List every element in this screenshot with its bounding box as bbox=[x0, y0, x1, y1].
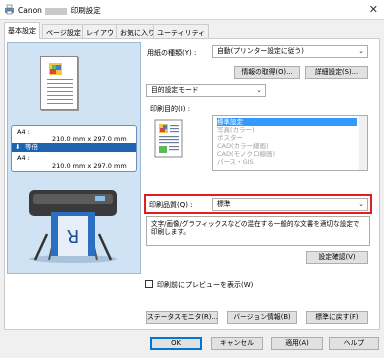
title-suffix: 印刷設定 bbox=[70, 6, 101, 15]
media-type-select[interactable]: 自動(プリンター設定に従う) ⌄ bbox=[212, 45, 368, 58]
text-line bbox=[47, 99, 73, 100]
print-target-label: 印刷目的(I) : bbox=[150, 105, 191, 113]
preview-checkbox-label: 印刷前にプレビューを表示(W) bbox=[157, 281, 254, 289]
same-size-label: 等倍 bbox=[25, 143, 38, 151]
text-line bbox=[47, 83, 73, 84]
ok-button[interactable]: OK bbox=[150, 337, 202, 350]
list-item[interactable]: 標準設定 bbox=[217, 118, 357, 126]
status-monitor-button[interactable]: ステータスモニタ(R)... bbox=[146, 311, 218, 324]
redacted-model-name bbox=[45, 7, 68, 15]
close-icon[interactable]: ✕ bbox=[369, 3, 378, 16]
print-quality-value: 標準 bbox=[217, 200, 231, 208]
output-size-label: A4 : bbox=[17, 154, 30, 162]
svg-text:R: R bbox=[67, 225, 80, 246]
list-item[interactable]: CAD(モノクロ線画) bbox=[217, 150, 275, 158]
printer-app-icon bbox=[5, 4, 14, 15]
tab-page-settings[interactable]: ページ設定 bbox=[42, 24, 85, 38]
apply-button[interactable]: 適用(A) bbox=[271, 337, 323, 350]
paper-preview bbox=[40, 56, 78, 110]
arrow-down-icon: ⬇ bbox=[15, 143, 21, 151]
help-button[interactable]: ヘルプ bbox=[329, 337, 379, 350]
picture-icon bbox=[49, 63, 62, 75]
title-prefix: Canon bbox=[18, 6, 42, 15]
print-quality-select[interactable]: 標準 ⌄ bbox=[212, 198, 368, 211]
media-type-value: 自動(プリンター設定に従う) bbox=[217, 47, 304, 55]
text-line bbox=[47, 91, 73, 92]
chevron-down-icon: ⌄ bbox=[256, 86, 262, 94]
text-line bbox=[47, 87, 73, 88]
description-box: 文字/画像/グラフィックスなどの混在する一般的な文書を適切な設定で印刷します。 bbox=[146, 216, 370, 246]
chevron-down-icon: ⌄ bbox=[358, 200, 364, 208]
detail-settings-button[interactable]: 詳細設定(S)... bbox=[305, 66, 368, 79]
text-line bbox=[47, 95, 73, 96]
tab-basic-settings[interactable]: 基本設定 bbox=[4, 22, 40, 39]
title-bar: Canon 印刷設定 ✕ bbox=[0, 0, 384, 20]
media-type-label: 用紙の種類(Y) : bbox=[147, 49, 197, 57]
cancel-button[interactable]: キャンセル bbox=[211, 337, 263, 350]
same-size-bar: ⬇ 等倍 bbox=[12, 143, 136, 152]
list-item[interactable]: パース・GIS bbox=[217, 158, 254, 166]
preview-checkbox[interactable] bbox=[145, 280, 153, 288]
window-title: Canon 印刷設定 bbox=[18, 5, 101, 16]
document-icon bbox=[154, 119, 183, 158]
list-item[interactable]: CAD(カラー線画) bbox=[217, 142, 269, 150]
print-target-list[interactable]: 標準設定 写真(カラー) ポスター CAD(カラー線画) CAD(モノクロ線画)… bbox=[212, 115, 368, 171]
mode-select[interactable]: 目的設定モード ⌄ bbox=[146, 84, 266, 97]
chevron-down-icon: ⌄ bbox=[358, 47, 364, 55]
version-info-button[interactable]: バージョン情報(B) bbox=[227, 311, 297, 324]
output-size-value: 210.0 mm x 297.0 mm bbox=[52, 162, 127, 170]
large-format-printer-illustration: R bbox=[29, 190, 117, 263]
mode-select-value: 目的設定モード bbox=[151, 86, 199, 94]
tab-utility[interactable]: ユーティリティ bbox=[153, 24, 210, 38]
list-item[interactable]: 写真(カラー) bbox=[217, 126, 255, 134]
get-info-button[interactable]: 情報の取得(O)... bbox=[234, 66, 300, 79]
text-line bbox=[47, 79, 73, 80]
input-size-label: A4 : bbox=[17, 128, 30, 136]
paper-size-summary: A4 : 210.0 mm x 297.0 mm ⬇ 等倍 A4 : 210.0… bbox=[11, 125, 137, 172]
text-line bbox=[47, 103, 73, 104]
input-size-value: 210.0 mm x 297.0 mm bbox=[52, 135, 127, 143]
confirm-settings-button[interactable]: 設定確認(V) bbox=[306, 251, 368, 264]
restore-defaults-button[interactable]: 標準に戻す(F) bbox=[306, 311, 368, 324]
print-quality-label: 印刷品質(Q) : bbox=[149, 201, 193, 209]
list-item[interactable]: ポスター bbox=[217, 134, 243, 142]
scrollbar[interactable] bbox=[359, 116, 367, 170]
